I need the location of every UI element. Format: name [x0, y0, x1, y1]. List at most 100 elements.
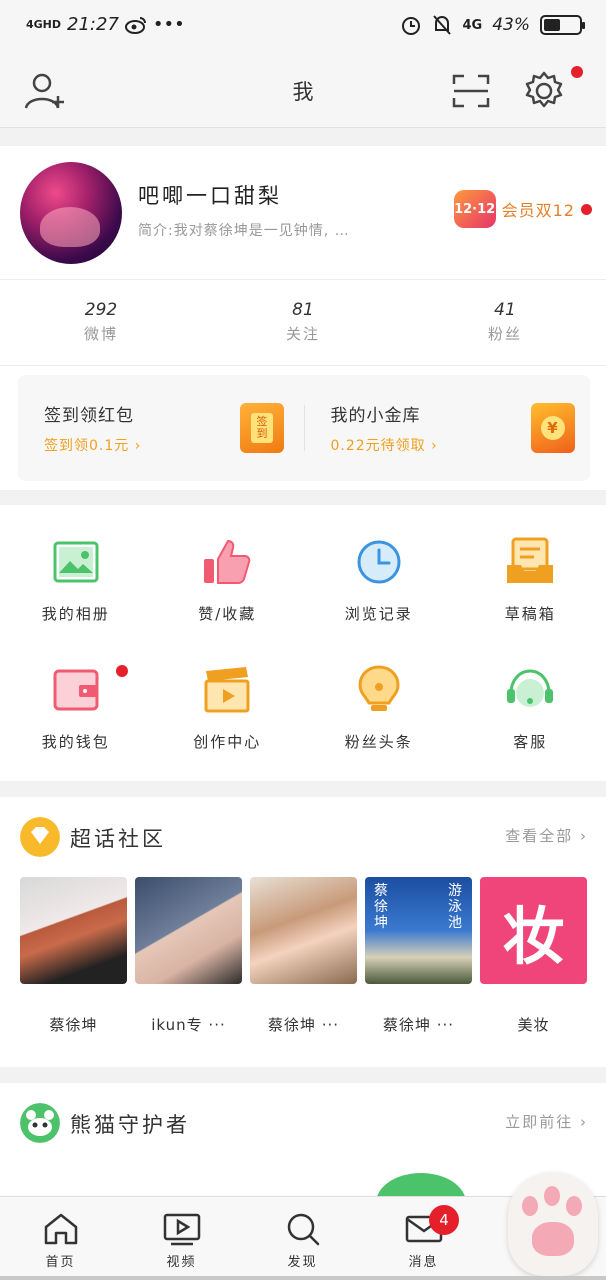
grid-item-album[interactable]: 我的相册 — [0, 535, 152, 663]
topic-item[interactable]: 妆 美妆 — [480, 877, 587, 1035]
status-left: 4GHD 21:27 ••• — [26, 14, 185, 35]
gear-icon[interactable] — [522, 70, 568, 112]
thumbs-up-icon — [204, 539, 251, 584]
grid-label: 创作中心 — [193, 733, 262, 751]
topic-label: 蔡徐坤 — [49, 1016, 98, 1034]
grid-item-customer-service[interactable]: 客服 — [455, 663, 606, 791]
image-caption: 游泳池 — [448, 883, 462, 931]
grid-label: 我的相册 — [41, 605, 110, 623]
topic-image — [20, 877, 127, 984]
stats-row: 292 微博 81 关注 41 粉丝 — [0, 280, 606, 366]
settings-notification-dot — [571, 66, 583, 78]
grid-item-wallet[interactable]: 我的钱包 — [0, 663, 152, 791]
cat-paw-icon[interactable] — [508, 1172, 598, 1276]
grid-label: 浏览记录 — [344, 605, 413, 623]
image-caption: 蔡徐坤 — [374, 883, 388, 931]
nav-label: 消息 — [408, 1255, 439, 1270]
feature-grid: 我的相册 赞/收藏 浏览记录 草稿箱 我的钱包 创作中心 粉丝头条 客服 — [0, 505, 606, 791]
history-clock-icon — [357, 540, 401, 584]
grid-label: 我的钱包 — [41, 733, 110, 751]
divider — [0, 365, 606, 366]
username[interactable]: 吧唧一口甜梨 — [138, 180, 282, 210]
vault-money-icon: ¥ — [530, 403, 575, 453]
status-bar: 4GHD 21:27 ••• 4G 43% — [0, 0, 606, 56]
panda-guardian-card: 熊猫守护者 立即前往 › — [0, 1083, 606, 1233]
mute-bell-icon — [433, 15, 452, 35]
stat-value: 292 — [84, 300, 118, 320]
topic-label: 蔡徐坤 ··· — [267, 1016, 340, 1034]
nav-discover[interactable]: 发现 — [242, 1197, 363, 1280]
scan-icon[interactable] — [448, 70, 494, 112]
battery-icon — [540, 15, 585, 35]
topic-item[interactable]: 蔡徐坤 游泳池 蔡徐坤 ··· — [365, 877, 472, 1035]
diamond-icon — [20, 817, 60, 857]
panda-icon — [20, 1103, 60, 1143]
grid-item-fans-headline[interactable]: 粉丝头条 — [303, 663, 455, 791]
profile-card: 吧唧一口甜梨 简介:我对蔡徐坤是一见钟情, … 12·12 会员双12 292 … — [0, 146, 606, 490]
avatar[interactable] — [20, 162, 122, 264]
photo-album-icon — [53, 541, 99, 583]
nav-label: 首页 — [45, 1255, 76, 1270]
bio-text[interactable]: 简介:我对蔡徐坤是一见钟情, … — [138, 220, 350, 240]
nav-video[interactable]: 视频 — [121, 1197, 242, 1280]
topic-item[interactable]: 蔡徐坤 — [20, 877, 127, 1035]
topic-item[interactable]: 蔡徐坤 ··· — [250, 877, 357, 1035]
stat-followers[interactable]: 41 粉丝 — [404, 280, 606, 366]
grid-item-likes[interactable]: 赞/收藏 — [152, 535, 304, 663]
checkin-label: 签到 — [251, 413, 273, 443]
topic-label: ikun专 ··· — [151, 1016, 226, 1034]
stat-label: 粉丝 — [487, 325, 522, 343]
nav-label: 发现 — [287, 1255, 318, 1270]
stat-following[interactable]: 81 关注 — [202, 280, 404, 366]
vip-promo[interactable]: 12·12 会员双12 — [453, 190, 592, 228]
grid-item-drafts[interactable]: 草稿箱 — [455, 535, 606, 663]
grid-label: 赞/收藏 — [198, 605, 257, 623]
topic-item[interactable]: ikun专 ··· — [135, 877, 242, 1035]
topic-image: 妆 — [480, 877, 587, 984]
topic-list: 蔡徐坤 ikun专 ··· 蔡徐坤 ··· 蔡徐坤 游泳池 蔡徐坤 ··· 妆 … — [20, 877, 587, 1035]
small-vault[interactable]: 我的小金库 0.22元待领取 › ¥ — [305, 375, 591, 481]
promo-subtitle: 签到领0.1元 › — [44, 438, 142, 454]
discover-search-icon — [287, 1213, 319, 1246]
page-title: 我 — [292, 80, 314, 104]
creator-clapper-icon — [204, 667, 250, 713]
super-topic-card: 超话社区 查看全部 › 蔡徐坤 ikun专 ··· 蔡徐坤 ··· 蔡徐坤 游泳… — [0, 797, 606, 1067]
paw-pad — [532, 1222, 574, 1256]
nav-label: 视频 — [166, 1255, 197, 1270]
promo-title: 签到领红包 — [44, 406, 134, 426]
right-network: 4G — [462, 17, 483, 33]
yuan-symbol: ¥ — [540, 416, 565, 440]
paw-toe — [544, 1186, 560, 1206]
home-icon — [44, 1213, 77, 1245]
go-now-link[interactable]: 立即前往 › — [505, 1111, 588, 1132]
super-topic-header: 超话社区 查看全部 › — [20, 817, 588, 857]
view-all-link[interactable]: 查看全部 › — [505, 825, 588, 846]
checkin-red-packet[interactable]: 签到领红包 签到领0.1元 › 签到 — [18, 375, 304, 481]
status-right: 4G 43% — [400, 14, 585, 36]
grid-label: 粉丝头条 — [344, 733, 413, 751]
drafts-box-icon — [507, 537, 554, 583]
wallet-icon — [53, 669, 99, 711]
grid-item-history[interactable]: 浏览记录 — [303, 535, 455, 663]
wallet-notification-dot — [116, 665, 128, 677]
nav-home[interactable]: 首页 — [0, 1197, 121, 1280]
topic-label: 蔡徐坤 ··· — [382, 1016, 455, 1034]
grid-label: 客服 — [513, 733, 548, 751]
nav-messages[interactable]: 4 消息 — [363, 1197, 484, 1280]
checkin-envelope-icon: 签到 — [240, 403, 284, 453]
clock-time: 21:27 — [67, 14, 119, 35]
grid-item-creator[interactable]: 创作中心 — [152, 663, 304, 791]
stat-weibo[interactable]: 292 微博 — [0, 280, 202, 366]
vip-badge: 12·12 — [453, 190, 496, 228]
topic-image — [135, 877, 242, 984]
promo-title: 我的小金库 — [330, 406, 421, 426]
unread-badge: 4 — [429, 1205, 459, 1235]
paw-toe — [522, 1196, 538, 1216]
topic-image — [250, 877, 357, 984]
paw-toe — [566, 1196, 582, 1216]
topic-label: 美妆 — [517, 1016, 550, 1034]
grid-label: 草稿箱 — [504, 605, 556, 623]
fans-headline-icon — [358, 665, 400, 711]
promo-row: 签到领红包 签到领0.1元 › 签到 我的小金库 0.22元待领取 › ¥ — [18, 375, 590, 481]
more-status: ••• — [152, 14, 185, 35]
